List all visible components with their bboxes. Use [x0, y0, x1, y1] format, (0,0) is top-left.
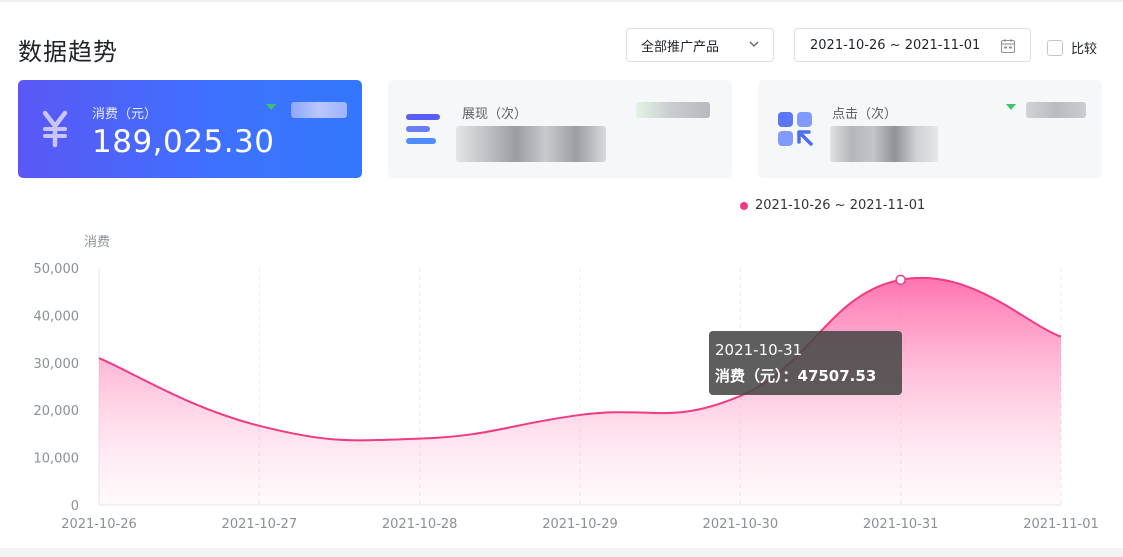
y-tick-label: 0 — [71, 499, 79, 514]
y-tick-label: 40,000 — [34, 309, 80, 324]
y-tick-label: 10,000 — [34, 452, 80, 467]
tooltip-date: 2021-10-31 — [715, 341, 803, 359]
x-tick-label: 2021-10-30 — [703, 517, 779, 532]
data-trend-panel: 数据趋势 全部推广产品 2021-10-26 ~ 2021-11-01 比较 消… — [0, 0, 1123, 548]
x-tick-label: 2021-10-27 — [222, 517, 298, 532]
x-tick-label: 2021-10-29 — [542, 517, 618, 532]
y-tick-label: 30,000 — [34, 357, 80, 372]
x-tick-label: 2021-10-28 — [382, 517, 458, 532]
x-tick-label: 2021-10-26 — [61, 517, 137, 532]
y-tick-label: 50,000 — [34, 262, 80, 277]
x-tick-label: 2021-10-31 — [863, 517, 939, 532]
highlighted-point[interactable] — [895, 274, 906, 286]
spend-area-chart[interactable]: 消费 0 10,000 20,000 30,000 40,000 50,000 2021-… — [0, 2, 1123, 550]
x-tick-label: 2021-11-01 — [1023, 517, 1099, 532]
y-tick-label: 20,000 — [34, 404, 80, 419]
chart-tooltip: 2021-10-31 消费（元）：47507.53 — [709, 331, 902, 395]
y-axis-label: 消费 — [84, 235, 110, 250]
tooltip-value: 消费（元）：47507.53 — [715, 367, 877, 385]
